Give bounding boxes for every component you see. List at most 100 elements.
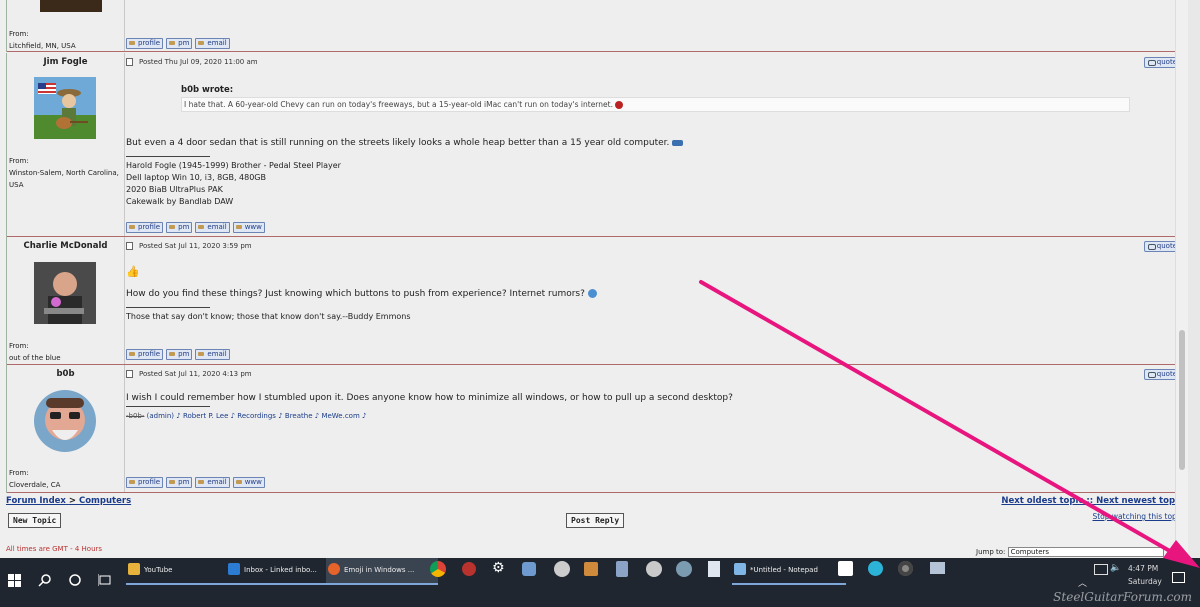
post-action-buttons: profile pm email www [126, 222, 265, 233]
next-newest-topic-link[interactable]: Next newest topic [1096, 496, 1183, 506]
post-author-column: From: Litchfield, MN, USA [7, 0, 125, 52]
signature-divider [126, 307, 210, 308]
post-icon [126, 58, 133, 66]
www-button[interactable]: www [232, 222, 265, 233]
message-text: How do you find these things? Just knowi… [126, 289, 585, 299]
email-button[interactable]: email [195, 349, 230, 360]
author-from: From: out of the blue [9, 340, 61, 364]
pm-button[interactable]: pm [166, 349, 193, 360]
quote-title: b0b wrote: [181, 85, 234, 95]
forum-index-link[interactable]: Forum Index [6, 496, 66, 506]
post-timestamp: Posted Thu Jul 09, 2020 11:00 am [126, 58, 258, 66]
paint-icon[interactable] [522, 562, 536, 576]
profile-button[interactable]: profile [126, 349, 164, 360]
post-message: I wish I could remember how I stumbled u… [126, 393, 733, 403]
signature-divider [126, 156, 210, 157]
pm-button[interactable]: pm [166, 38, 193, 49]
media-disc-icon[interactable] [898, 561, 913, 576]
clock-day[interactable]: Saturday [1128, 577, 1162, 586]
app-disc-icon[interactable] [676, 561, 692, 577]
clock-app-icon[interactable] [554, 561, 570, 577]
volume-icon[interactable]: 🔈 [1110, 563, 1121, 573]
search-icon[interactable] [38, 573, 52, 587]
message-text: But even a 4 door sedan that is still ru… [126, 138, 670, 148]
post-author-column: Charlie McDonald From: out of the blue [7, 237, 125, 365]
robert-p-lee-link[interactable]: ♪ Robert P. Lee [176, 412, 228, 420]
app-cyan-icon[interactable] [868, 561, 883, 576]
document-icon[interactable] [708, 561, 720, 577]
from-location: Winston-Salem, North Carolina, USA [9, 169, 119, 189]
firefox-icon [328, 563, 340, 575]
post-body: Posted Sat Jul 11, 2020 4:13 pm quote I … [126, 365, 1185, 493]
network-icon[interactable] [1094, 564, 1108, 575]
timezone-note: All times are GMT - 4 Hours [6, 545, 103, 553]
profile-button[interactable]: profile [126, 38, 164, 49]
from-location: Cloverdale, CA [9, 481, 61, 489]
taskbar-app-label: *Untitled - Notepad [750, 566, 818, 574]
profile-button[interactable]: profile [126, 222, 164, 233]
chevron-up-icon[interactable]: ︿ [1078, 576, 1087, 589]
task-view-icon[interactable] [97, 573, 112, 587]
watermark: SteelGuitarForum.com [1053, 590, 1192, 604]
post-message: How do you find these things? Just knowi… [126, 289, 597, 299]
post-body: profile pm email [126, 0, 1185, 52]
app-red-icon[interactable] [462, 562, 476, 576]
media-player-icon[interactable] [584, 562, 598, 576]
clock-time[interactable]: 4:47 PM [1128, 564, 1158, 573]
post-timestamp: Posted Sat Jul 11, 2020 4:13 pm [126, 370, 252, 378]
post-body: Posted Thu Jul 09, 2020 11:00 am quote b… [126, 53, 1185, 237]
avatar [34, 77, 96, 139]
jump-to-select[interactable]: Computers [1007, 547, 1164, 557]
stop-watching-link[interactable]: Stop watching this topic [1092, 512, 1183, 521]
new-topic-button[interactable]: New Topic [8, 513, 62, 528]
forum-page: From: Litchfield, MN, USA profile pm ema… [0, 0, 1188, 558]
post-message: But even a 4 door sedan that is still ru… [126, 138, 684, 148]
author-name: b0b [56, 369, 75, 379]
calculator-icon[interactable] [616, 561, 628, 577]
post-reply-button[interactable]: Post Reply [566, 513, 625, 528]
author-name: Jim Fogle [43, 57, 88, 67]
scrollbar-thumb[interactable] [1179, 330, 1185, 470]
www-button[interactable]: www [232, 477, 265, 488]
app-window-icon[interactable] [930, 562, 945, 574]
dropbox-icon[interactable] [838, 561, 853, 576]
breadcrumb: Forum Index > Computers [6, 496, 131, 506]
post-author-column: Jim Fogle From: Winston-Salem, North Car… [7, 53, 125, 237]
vertical-scrollbar[interactable] [1175, 0, 1188, 558]
taskbar-app-youtube[interactable]: YouTube [126, 558, 236, 585]
post-action-buttons: profile pm email [126, 349, 230, 360]
app-globe-icon[interactable] [646, 561, 662, 577]
quote-box: I hate that. A 60-year-old Chevy can run… [181, 97, 1130, 112]
mewe-link[interactable]: ♪ MeWe.com ♪ [315, 412, 367, 420]
taskbar-app-label: Inbox - Linked inbo... [244, 566, 317, 574]
notepad-icon [734, 563, 746, 575]
signature-line: 2020 BiaB UltraPlus PAK [126, 185, 223, 194]
profile-button[interactable]: profile [126, 477, 164, 488]
taskbar-app-firefox[interactable]: Emoji in Windows ... [326, 558, 438, 585]
notification-center-icon[interactable] [1172, 572, 1185, 583]
breathe-link[interactable]: ♪ Breathe [278, 412, 312, 420]
post-timestamp: Posted Sat Jul 11, 2020 3:59 pm [126, 242, 252, 250]
taskbar-app-inbox[interactable]: Inbox - Linked inbo... [226, 558, 337, 585]
computers-link[interactable]: Computers [79, 496, 131, 506]
pm-button[interactable]: pm [166, 222, 193, 233]
post-signature: Harold Fogle (1945-1999) Brother - Pedal… [126, 156, 341, 208]
signature-line: Those that say don't know; those that kn… [126, 312, 411, 321]
windows-start-icon[interactable] [8, 574, 22, 588]
taskbar-app-notepad[interactable]: *Untitled - Notepad [732, 558, 846, 585]
admin-link[interactable]: (admin) [147, 412, 174, 420]
from-label: From: [9, 469, 29, 477]
post-action-buttons: profile pm email [126, 38, 230, 49]
cortana-icon[interactable] [68, 573, 82, 587]
email-button[interactable]: email [195, 477, 230, 488]
next-oldest-topic-link[interactable]: Next oldest topic [1001, 496, 1083, 506]
recordings-link[interactable]: ♪ Recordings [231, 412, 276, 420]
email-button[interactable]: email [195, 222, 230, 233]
thumbs-up-emoji-icon: 👍 [126, 265, 140, 278]
email-button[interactable]: email [195, 38, 230, 49]
pm-button[interactable]: pm [166, 477, 193, 488]
settings-gear-icon[interactable]: ⚙ [492, 560, 508, 576]
posted-text: Posted Sat Jul 11, 2020 3:59 pm [139, 242, 252, 250]
signature-divider [126, 406, 210, 407]
chrome-icon[interactable] [430, 561, 446, 577]
